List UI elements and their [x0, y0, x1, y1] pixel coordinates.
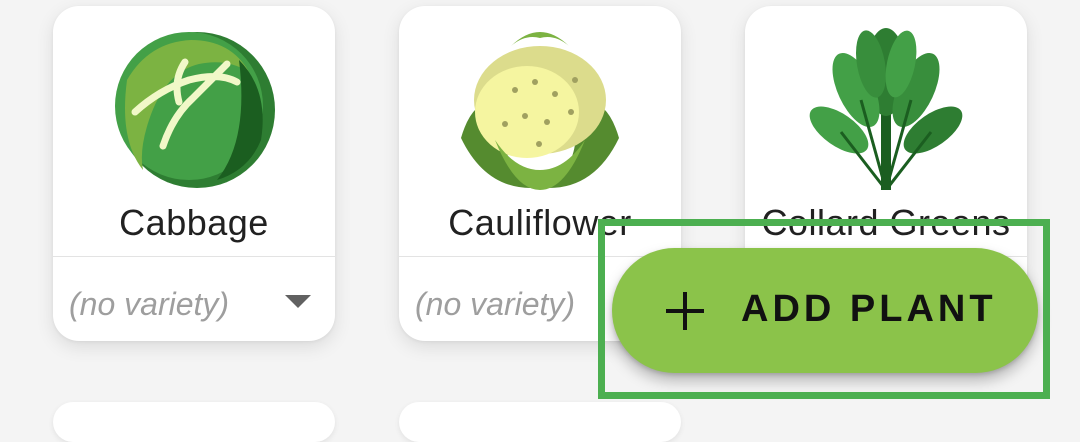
plant-name: Cabbage — [119, 202, 269, 243]
collard-greens-icon — [809, 28, 963, 190]
divider — [53, 256, 335, 257]
plant-card-cabbage[interactable]: Cabbage (no variety) — [53, 6, 335, 341]
variety-select[interactable]: (no variety) — [69, 286, 229, 323]
cauliflower-icon — [461, 32, 619, 190]
plant-card[interactable] — [399, 402, 681, 442]
chevron-down-icon[interactable] — [285, 295, 311, 308]
highlight-box — [598, 219, 1050, 399]
plant-card[interactable] — [53, 402, 335, 442]
variety-select[interactable]: (no variety) — [415, 286, 575, 323]
cabbage-icon — [115, 32, 275, 188]
